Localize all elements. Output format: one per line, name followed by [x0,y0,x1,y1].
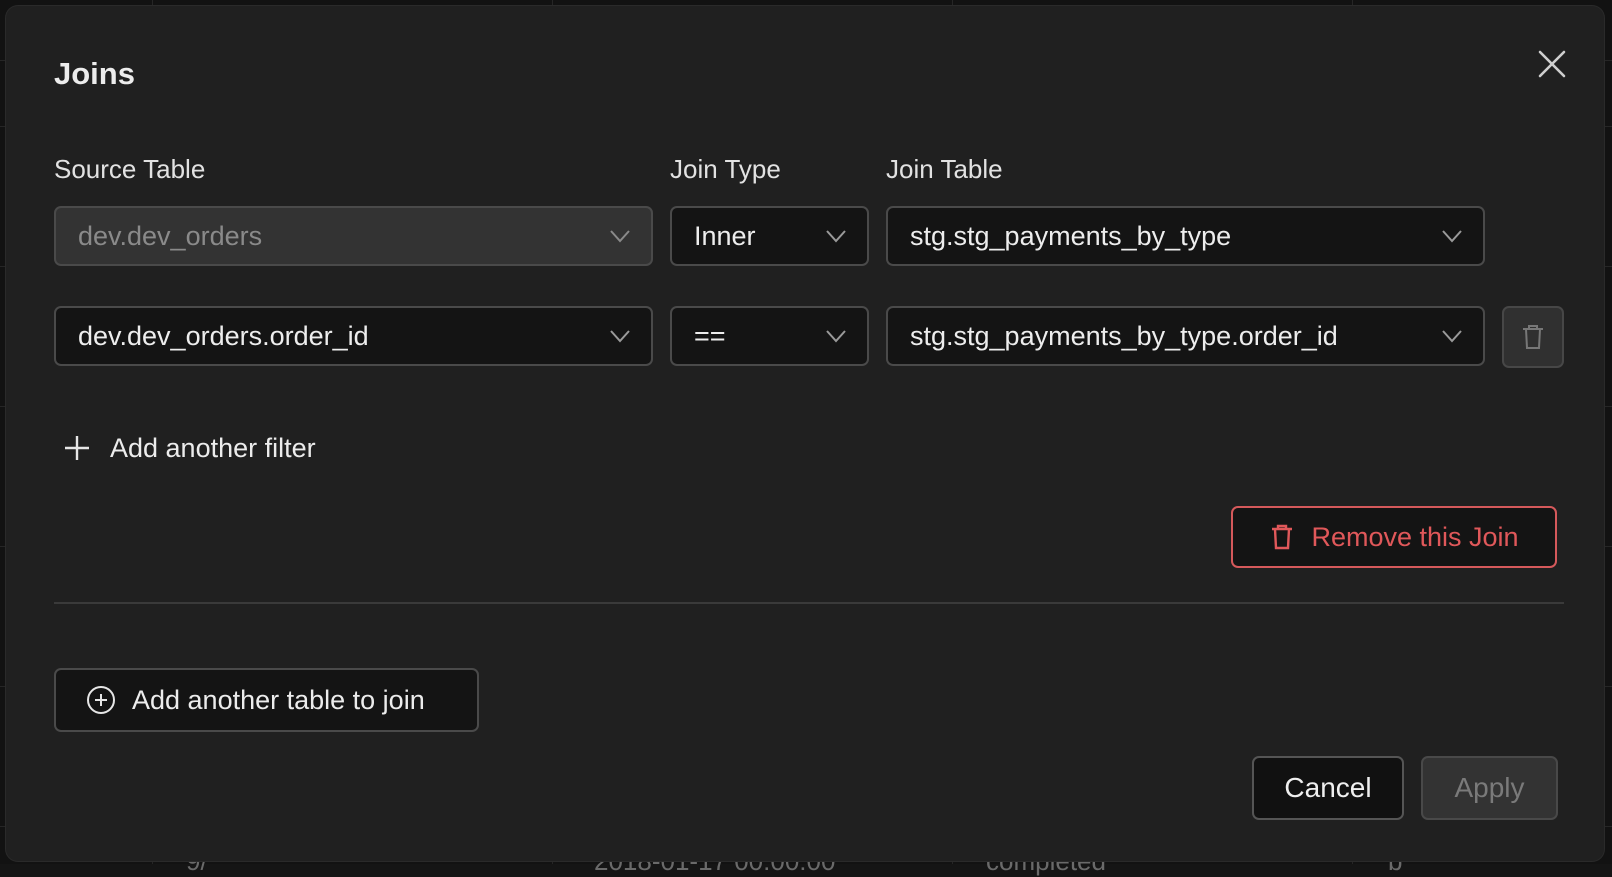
chevron-down-icon [826,330,846,343]
plus-circle-icon [87,686,115,714]
apply-button[interactable]: Apply [1421,756,1558,820]
cancel-button[interactable]: Cancel [1252,756,1404,820]
source-table-value: dev.dev_orders [78,220,263,251]
join-table-value: stg.stg_payments_by_type [910,220,1232,251]
filter-right-column-select[interactable]: stg.stg_payments_by_type.order_id [886,306,1485,366]
remove-join-label: Remove this Join [1311,521,1519,552]
filter-operator-select[interactable]: == [670,306,869,366]
add-table-button[interactable]: Add another table to join [54,668,479,732]
join-type-select[interactable]: Inner [670,206,869,266]
add-table-label: Add another table to join [132,684,425,715]
add-filter-label: Add another filter [110,432,316,463]
join-type-label: Join Type [670,154,781,184]
joins-modal: Joins Source Table Join Type Join Table … [6,6,1604,861]
join-table-label: Join Table [886,154,1003,184]
join-table-select[interactable]: stg.stg_payments_by_type [886,206,1485,266]
filter-operator-value: == [694,320,726,351]
trash-icon [1523,325,1543,349]
remove-join-button[interactable]: Remove this Join [1231,506,1557,568]
section-divider [54,602,1564,604]
modal-title: Joins [54,56,135,91]
source-table-select: dev.dev_orders [54,206,653,266]
chevron-down-icon [610,230,630,243]
source-table-label: Source Table [54,154,206,184]
chevron-down-icon [610,330,630,343]
close-button[interactable] [1530,42,1574,86]
close-icon [1538,50,1566,78]
chevron-down-icon [1442,330,1462,343]
delete-filter-button[interactable] [1502,306,1564,368]
chevron-down-icon [826,230,846,243]
filter-left-column-select[interactable]: dev.dev_orders.order_id [54,306,653,366]
trash-icon [1272,524,1293,550]
add-filter-button[interactable]: Add another filter [54,426,316,470]
chevron-down-icon [1442,230,1462,243]
apply-label: Apply [1454,772,1525,803]
filter-right-column-value: stg.stg_payments_by_type.order_id [910,320,1338,351]
cancel-label: Cancel [1284,772,1372,803]
join-type-value: Inner [694,220,756,251]
filter-left-column-value: dev.dev_orders.order_id [78,320,369,351]
plus-icon [65,436,89,460]
